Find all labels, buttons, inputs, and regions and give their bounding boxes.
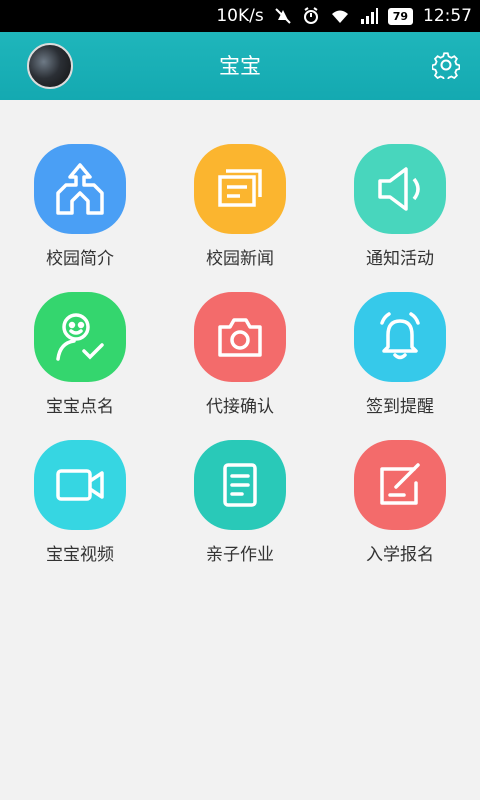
signal-icon [360,8,378,24]
news-icon [194,144,286,234]
battery-level: 79 [387,7,413,25]
tile-label: 宝宝视频 [46,545,114,565]
tile-homework[interactable]: 亲子作业 [160,396,320,565]
tile-pickup-confirm[interactable]: 代接确认 [160,248,320,417]
homework-icon [194,440,286,530]
tile-label: 入学报名 [366,545,434,565]
tile-notice-activity[interactable]: 通知活动 [320,100,480,269]
speaker-icon [354,144,446,234]
battery-icon: 79 [387,7,413,25]
status-bar: 10K/s 79 12:57 [0,0,480,32]
tile-school-intro[interactable]: 校园简介 [0,100,160,269]
bell-icon [354,292,446,382]
tile-baby-video[interactable]: 宝宝视频 [0,396,160,565]
tile-roll-call[interactable]: 宝宝点名 [0,248,160,417]
app-header: 宝宝 [0,32,480,100]
mute-icon [274,7,292,25]
gear-icon[interactable] [432,51,460,79]
network-speed: 10K/s [216,6,264,26]
rollcall-icon [34,292,126,382]
video-icon [34,440,126,530]
school-icon [34,144,126,234]
signup-icon [354,440,446,530]
page-title: 宝宝 [219,54,261,78]
tile-school-news[interactable]: 校园新闻 [160,100,320,269]
tile-label: 亲子作业 [206,545,274,565]
tile-sign-reminder[interactable]: 签到提醒 [320,248,480,417]
tile-enrollment[interactable]: 入学报名 [320,396,480,565]
camera-icon [194,292,286,382]
alarm-icon [302,7,320,25]
clock: 12:57 [423,6,472,26]
wifi-icon [330,8,350,24]
